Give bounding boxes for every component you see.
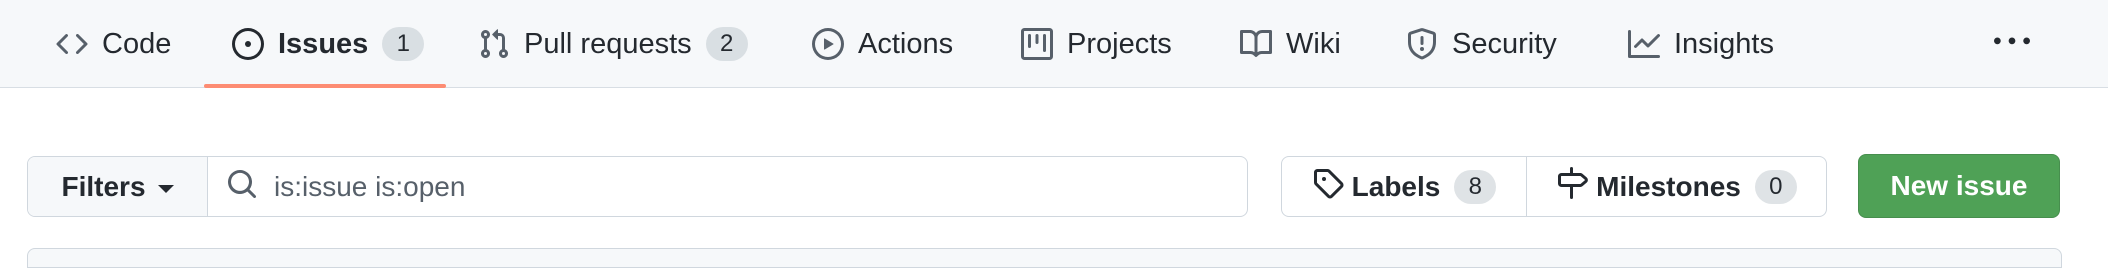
filters-button-label: Filters [61, 170, 146, 202]
git-pull-request-icon [478, 28, 510, 60]
search-box [208, 157, 1247, 216]
tab-code[interactable]: Code [56, 0, 171, 88]
milestones-counter: 0 [1754, 169, 1797, 204]
labels-milestones-group: Labels 8 Milestones 0 [1281, 156, 1827, 217]
tab-security-label: Security [1452, 27, 1557, 60]
tab-security[interactable]: Security [1406, 0, 1557, 88]
more-tabs-button[interactable] [1980, 22, 2044, 66]
milestones-button[interactable]: Milestones 0 [1527, 157, 1826, 216]
table-icon [1021, 28, 1053, 60]
tab-projects[interactable]: Projects [1021, 0, 1172, 88]
selected-tab-underline [204, 84, 446, 88]
tab-actions[interactable]: Actions [812, 0, 953, 88]
tab-actions-label: Actions [858, 27, 954, 60]
issue-opened-icon [232, 28, 264, 60]
repo-nav: Code Issues 1 Pull requests 2 Actions Pr… [0, 0, 2108, 88]
issues-counter: 1 [382, 27, 425, 61]
labels-button-label: Labels [1351, 170, 1441, 202]
tab-insights-label: Insights [1674, 27, 1774, 60]
milestone-icon [1556, 167, 1589, 206]
tab-insights[interactable]: Insights [1628, 0, 1774, 88]
shield-icon [1406, 28, 1438, 60]
pull-requests-counter: 2 [705, 27, 748, 61]
tab-issues[interactable]: Issues 1 [232, 0, 425, 88]
graph-icon [1628, 28, 1660, 60]
tab-wiki[interactable]: Wiki [1240, 0, 1341, 88]
tab-projects-label: Projects [1067, 27, 1172, 60]
new-issue-button[interactable]: New issue [1858, 154, 2060, 218]
new-issue-button-label: New issue [1890, 170, 2028, 201]
labels-button[interactable]: Labels 8 [1282, 157, 1527, 216]
filters-button[interactable]: Filters [28, 157, 208, 216]
kebab-horizontal-icon [1994, 24, 2030, 65]
tab-issues-label: Issues [278, 27, 369, 60]
issues-list-header [27, 248, 2062, 268]
tab-wiki-label: Wiki [1286, 27, 1341, 60]
tab-pull-requests[interactable]: Pull requests 2 [478, 0, 748, 88]
milestones-button-label: Milestones [1596, 170, 1741, 202]
code-icon [56, 28, 88, 60]
tab-pull-requests-label: Pull requests [524, 27, 692, 60]
book-icon [1240, 28, 1272, 60]
tag-icon [1312, 167, 1344, 206]
search-input[interactable] [274, 170, 1174, 203]
caret-down-icon [157, 184, 174, 193]
issue-filter-bar: Filters [27, 156, 1248, 217]
play-icon [812, 28, 844, 60]
tab-code-label: Code [102, 27, 172, 60]
search-icon [226, 168, 258, 205]
labels-counter: 8 [1454, 169, 1497, 204]
